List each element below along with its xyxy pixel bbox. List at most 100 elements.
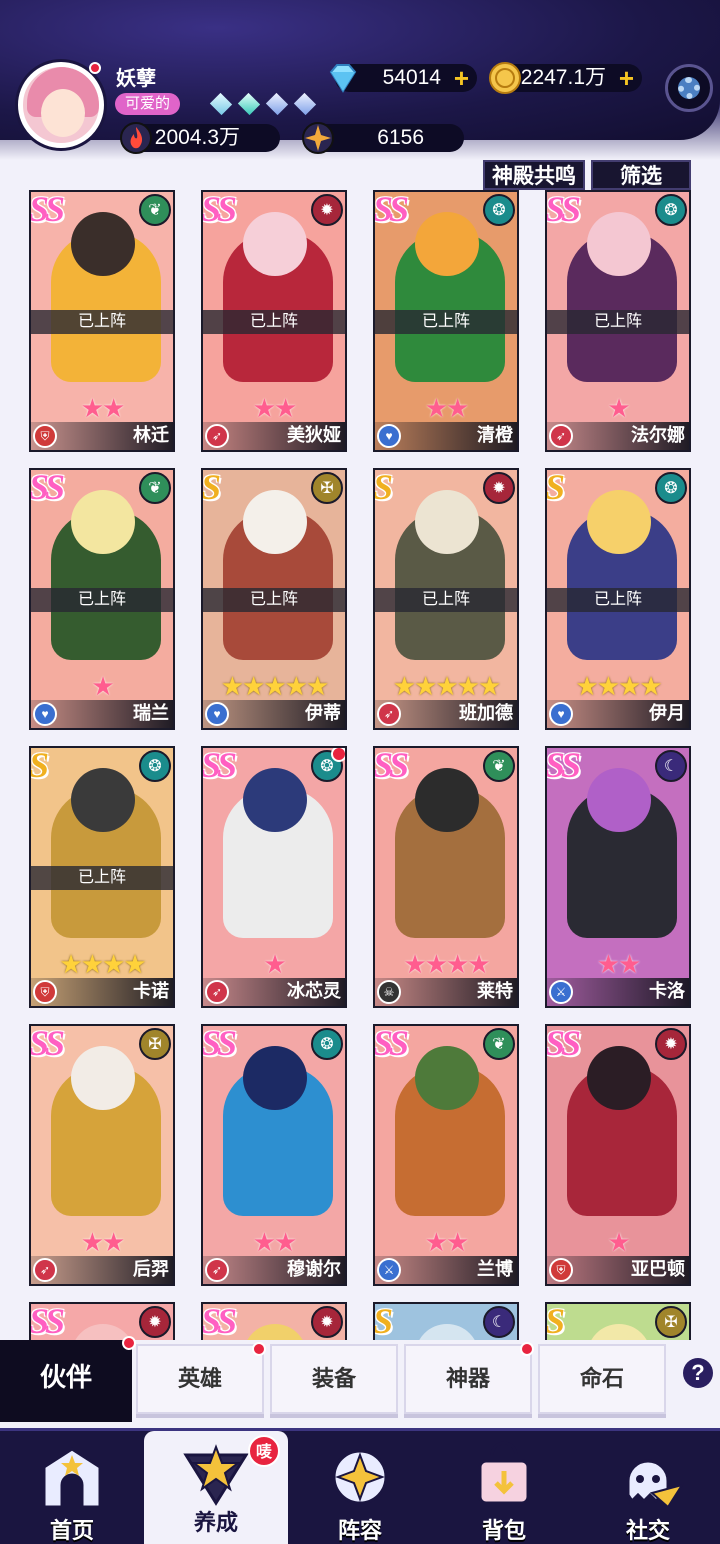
hero-name: 卡洛 [649,981,685,1001]
nav-badge: 唛 [248,1435,280,1467]
rank-badge: SS [201,746,237,785]
hero-card[interactable]: SS ❦ 已上阵 ★★ ⛨ 林迁 [29,190,175,452]
hero-name: 清橙 [477,425,513,445]
title-gems [209,92,317,116]
cross-icon: ✠ [311,472,343,504]
hero-card[interactable]: SS ❂ 已上阵 ★★ ♥ 清橙 [373,190,519,452]
cross-icon: ✠ [655,1306,687,1338]
hero-head [587,768,651,832]
tab-label: 英雄 [177,1366,222,1391]
settings-button[interactable] [665,64,713,112]
player-title-tag[interactable]: 可爱的 [115,93,181,115]
bow-icon: ➶ [549,424,573,448]
hero-card[interactable]: SS ✠ ★★ ➶ 后羿 [29,1024,175,1286]
avatar-notification-dot [89,62,101,74]
nav-item-0[interactable]: 首页 [0,1431,144,1544]
formation-icon [324,1441,396,1513]
rank-badge: SS [201,1302,237,1340]
tab-3[interactable]: 神器 [404,1342,534,1414]
avatar[interactable] [18,62,104,148]
star-icon: ★ [59,949,82,979]
hero-head [243,490,307,554]
help-button[interactable]: ? [683,1358,713,1388]
gold-value: 2247.1万 [520,66,606,89]
hero-card[interactable]: SS ☾ ★★ ⚔ 卡洛 [545,746,691,1008]
nav-item-4[interactable]: 社交 [576,1431,720,1544]
star-icon: ★ [102,949,125,979]
hero-card[interactable]: SS ✹ 已上阵 ★★ ➶ 美狄娅 [201,190,347,452]
sword-icon: ⚔ [377,1258,401,1282]
hero-card[interactable]: SS ❦ ★★ ⚔ 兰博 [373,1024,519,1286]
hero-card[interactable]: SS ❂ 已上阵 ★ ➶ 法尔娜 [545,190,691,452]
tab-4[interactable]: 命石 [538,1344,666,1414]
hero-card[interactable]: SS ❂ ★ ➶ 冰芯灵 [201,746,347,1008]
nav-label: 阵容 [337,1518,382,1543]
hero-head [415,1046,479,1110]
heart-icon: ♥ [33,702,57,726]
deployed-status: 已上阵 [31,588,173,612]
heart-icon: ♥ [377,424,401,448]
hero-card[interactable]: S ✠ [545,1302,691,1340]
rank-badge: SS [373,746,409,785]
hero-card[interactable]: S ✠ 已上阵 ★★★★★ ♥ 伊蒂 [201,468,347,730]
star-icon: ★ [446,1227,469,1257]
hero-card[interactable]: S ☾ [373,1302,519,1340]
hero-head [587,490,651,554]
add-gold-button[interactable]: + [619,65,634,91]
rank-badge: SS [29,1302,65,1340]
hero-card[interactable]: S ❂ 已上阵 ★★★★ ♥ 伊月 [545,468,691,730]
notification-dot [331,748,345,762]
hero-card[interactable]: SS ✹ ★ ⛨ 亚巴顿 [545,1024,691,1286]
notification-dot [122,1336,136,1350]
nav-item-2[interactable]: 阵容 [288,1431,432,1544]
filter-button[interactable]: 筛选 [591,160,691,190]
star-icon: ★ [392,671,416,701]
star-icon: ★ [263,671,286,701]
add-diamond-button[interactable]: + [454,65,469,91]
nav-label: 社交 [625,1518,670,1543]
hero-card[interactable]: SS ❂ ★★ ➶ 穆谢尔 [201,1024,347,1286]
star-icon: ★ [467,949,490,979]
star-rating: ★★★★ [547,673,689,699]
hero-card[interactable]: SS ❦ ★★★★ ☠ 莱特 [373,746,519,1008]
star-icon: ★ [274,1227,297,1257]
star-icon: ★ [446,949,469,979]
hero-card[interactable]: S ✹ 已上阵 ★★★★★ ➶ 班加德 [373,468,519,730]
rank-badge: SS [29,190,65,229]
hero-card[interactable]: SS ✹ [201,1302,347,1340]
tab-1[interactable]: 英雄 [136,1342,266,1414]
sword-icon: ⚔ [549,980,573,1004]
sub-tab-bar: 伙伴 英雄 装备 神器 命石 [0,1336,720,1428]
gem-icon [293,92,317,116]
deployed-status: 已上阵 [547,588,689,612]
tab-label: 命石 [579,1366,624,1391]
star-icon: ★ [403,949,426,979]
hero-card[interactable]: SS ❦ 已上阵 ★ ♥ 瑞兰 [29,468,175,730]
diamond-counter: 54014 + [329,64,477,93]
bow-icon: ➶ [205,980,229,1004]
nav-item-1[interactable]: 养成 唛 [144,1431,288,1544]
tab-2[interactable]: 装备 [270,1344,398,1414]
star-upgrade-icon [180,1441,252,1513]
rank-badge: SS [29,1024,65,1063]
tab-0[interactable]: 伙伴 [0,1336,136,1422]
rank-badge: SS [545,746,581,785]
ghost-icon [612,1441,685,1513]
hero-name: 后羿 [133,1259,169,1279]
nav-item-3[interactable]: 背包 [432,1431,576,1544]
hero-head [71,490,135,554]
hero-card[interactable]: S ❂ 已上阵 ★★★★ ⛨ 卡诺 [29,746,175,1008]
temple-resonance-button[interactable]: 神殿共鸣 [483,160,585,190]
hero-name: 冰芯灵 [287,981,341,1001]
bow-icon: ➶ [377,702,401,726]
nav-label: 养成 [193,1510,238,1535]
bow-icon: ➶ [205,1258,229,1282]
nav-label: 首页 [49,1518,94,1543]
rank-badge: SS [545,1024,581,1063]
star-icon: ★ [424,393,448,423]
hero-name: 兰博 [477,1259,513,1279]
hero-head [415,490,479,554]
star-icon: ★ [242,671,265,701]
gold-counter: 2247.1万 + [489,62,642,94]
hero-card[interactable]: SS ✹ [29,1302,175,1340]
